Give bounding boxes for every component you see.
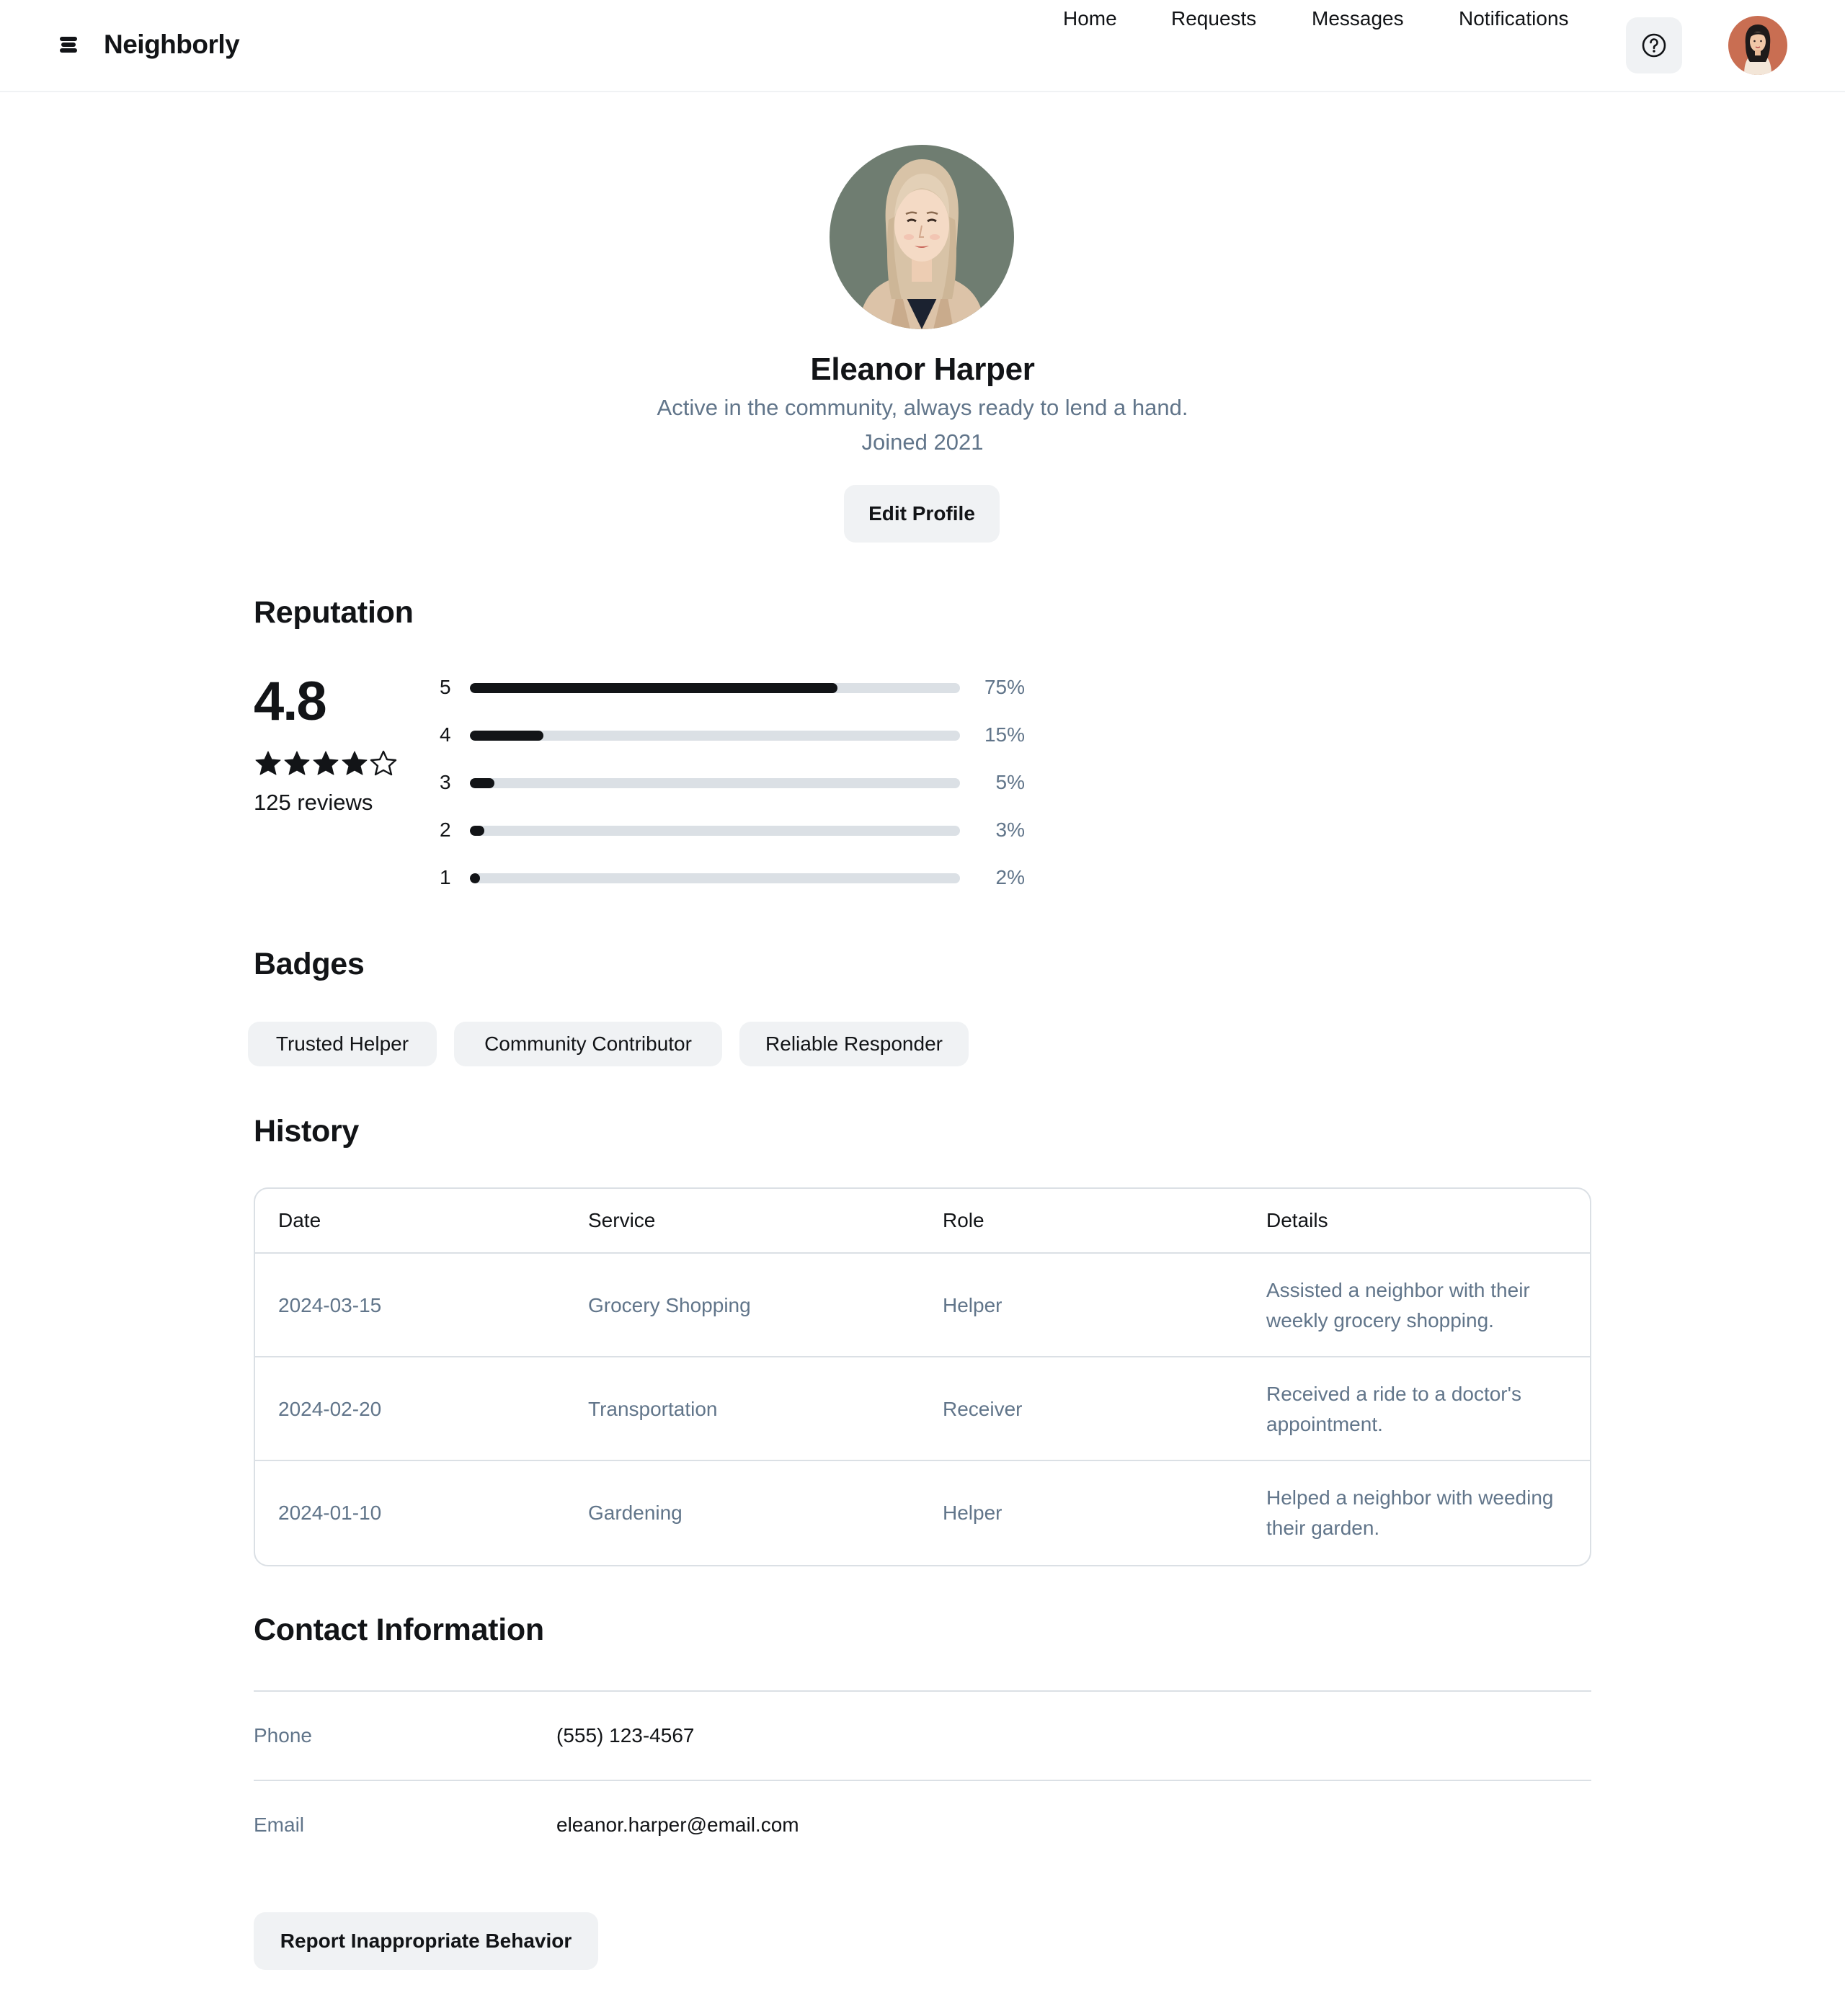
profile-avatar-image: [830, 145, 1014, 329]
table-row: 2024-02-20 Transportation Receiver Recei…: [255, 1356, 1590, 1460]
history-details: Received a ride to a doctor's appointmen…: [1266, 1383, 1521, 1435]
reviews-count: 125 reviews: [254, 790, 373, 815]
history-service: Grocery Shopping: [588, 1294, 751, 1316]
rating-bar-label: 1: [440, 866, 451, 888]
profile-joined-date: Joined 2021: [861, 429, 984, 455]
profile-name: Eleanor Harper: [810, 352, 1035, 387]
star-filled-icon: [255, 751, 281, 775]
star-filled-icon: [284, 751, 310, 775]
rating-bar-track: [470, 731, 960, 741]
user-avatar[interactable]: [1728, 16, 1787, 75]
history-role: Helper: [943, 1294, 1002, 1316]
rating-bar-track: [470, 683, 960, 693]
profile-avatar: [830, 145, 1014, 329]
history-service: Gardening: [588, 1502, 683, 1524]
history-date: 2024-02-20: [278, 1398, 382, 1420]
nav-requests[interactable]: Requests: [1171, 0, 1256, 37]
rating-bar-percent: 75%: [984, 676, 1025, 698]
history-details: Helped a neighbor with weeding their gar…: [1266, 1486, 1554, 1539]
star-filled-icon: [313, 751, 339, 775]
star-filled-icon: [342, 751, 368, 775]
help-circle-icon: [1642, 33, 1666, 58]
nav-messages[interactable]: Messages: [1312, 0, 1404, 37]
column-header-role: Role: [943, 1209, 984, 1231]
history-date: 2024-03-15: [278, 1294, 382, 1316]
nav-home[interactable]: Home: [1063, 0, 1117, 37]
badge-reliable-responder: Reliable Responder: [739, 1022, 969, 1066]
history-date: 2024-01-10: [278, 1502, 382, 1524]
history-table: Date Service Role Details 2024-03-15 Gro…: [254, 1187, 1591, 1566]
nav-notifications[interactable]: Notifications: [1459, 0, 1569, 37]
rating-bar-percent: 2%: [995, 866, 1025, 888]
rating-bar-track: [470, 778, 960, 788]
rating-bar-fill: [470, 778, 494, 788]
history-details: Assisted a neighbor with their weekly gr…: [1266, 1279, 1530, 1332]
rating-bar-track: [470, 826, 960, 836]
email-label: Email: [254, 1814, 305, 1836]
history-role: Helper: [943, 1502, 1002, 1524]
phone-label: Phone: [254, 1724, 312, 1747]
reputation-heading: Reputation: [254, 595, 414, 630]
history-heading: History: [254, 1114, 360, 1149]
rating-bar-label: 3: [440, 771, 451, 793]
badge-community-contributor: Community Contributor: [454, 1022, 722, 1066]
history-role: Receiver: [943, 1398, 1023, 1420]
rating-stars: [254, 749, 398, 778]
user-avatar-image: [1728, 16, 1787, 75]
rating-bar-fill: [470, 826, 485, 836]
star-outline-icon: [370, 750, 397, 776]
phone-value: (555) 123-4567: [556, 1724, 695, 1747]
column-header-service: Service: [588, 1209, 656, 1231]
stack-logo-icon: [60, 37, 77, 53]
contact-heading: Contact Information: [254, 1613, 544, 1647]
column-header-date: Date: [278, 1209, 321, 1231]
column-header-details: Details: [1266, 1209, 1328, 1231]
rating-score: 4.8: [254, 671, 327, 732]
rating-bar-track: [470, 873, 960, 883]
rating-bar-label: 5: [440, 676, 451, 698]
rating-bar-percent: 3%: [995, 819, 1025, 841]
brand-name: Neighborly: [104, 30, 240, 59]
rating-bar-percent: 15%: [984, 723, 1025, 746]
profile-bio: Active in the community, always ready to…: [657, 395, 1188, 420]
help-button[interactable]: [1626, 17, 1682, 73]
rating-bar-label: 4: [440, 723, 451, 746]
top-header: Neighborly Home Requests Messages Notifi…: [0, 0, 1845, 92]
rating-bar-fill: [470, 873, 480, 883]
table-row: 2024-03-15 Grocery Shopping Helper Assis…: [255, 1252, 1590, 1356]
rating-bar-percent: 5%: [995, 771, 1025, 793]
rating-bar-label: 2: [440, 819, 451, 841]
badges-heading: Badges: [254, 947, 365, 981]
brand[interactable]: Neighborly: [58, 26, 240, 63]
edit-profile-button[interactable]: Edit Profile: [844, 485, 1000, 543]
history-service: Transportation: [588, 1398, 718, 1420]
table-row: 2024-01-10 Gardening Helper Helped a nei…: [255, 1460, 1590, 1564]
badge-trusted-helper: Trusted Helper: [248, 1022, 437, 1066]
report-behavior-button[interactable]: Report Inappropriate Behavior: [254, 1912, 598, 1970]
rating-bar-fill: [470, 731, 543, 741]
contact-row-phone: Phone (555) 123-4567: [254, 1690, 1591, 1780]
contact-row-email: Email eleanor.harper@email.com: [254, 1780, 1591, 1869]
email-value: eleanor.harper@email.com: [556, 1814, 799, 1836]
rating-bar-fill: [470, 683, 837, 693]
